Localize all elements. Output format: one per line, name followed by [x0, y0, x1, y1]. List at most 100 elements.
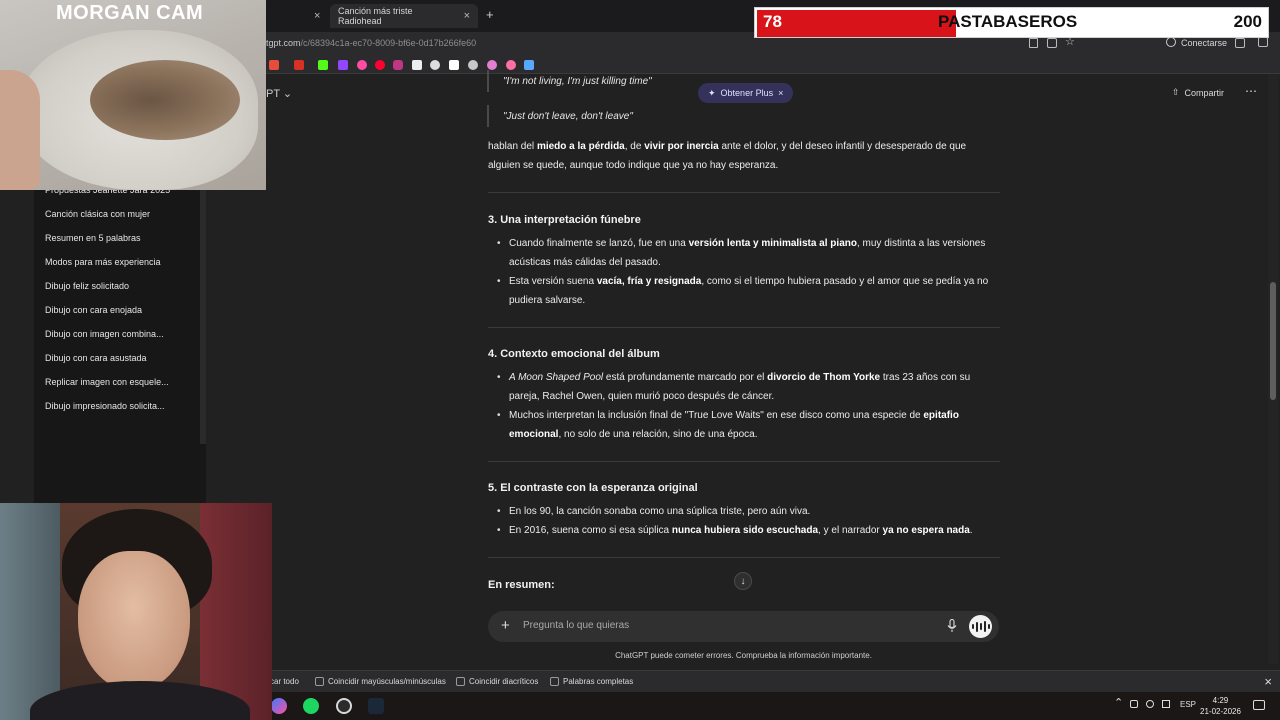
match-case-option[interactable]: Coincidir mayúsculas/minúsculas — [315, 677, 446, 686]
bookmark-pink-icon[interactable] — [357, 60, 367, 70]
account-icon — [1166, 37, 1176, 47]
tab-title: Canción más triste Radiohead — [338, 6, 413, 26]
new-tab-button[interactable]: + — [486, 7, 494, 22]
sidebar-chat-item[interactable]: Dibujo con cara enojada — [45, 305, 142, 315]
twitch-icon[interactable] — [338, 60, 348, 70]
more-options-icon[interactable]: ⋯ — [1245, 84, 1257, 98]
checkbox[interactable] — [315, 677, 324, 686]
close-tab-icon[interactable]: × — [464, 10, 470, 22]
tray-expand-icon[interactable]: ⌃ — [1114, 696, 1123, 709]
bookmark-gem-icon[interactable] — [449, 60, 459, 70]
bookmark-icon[interactable] — [269, 60, 279, 70]
url-text[interactable]: tgpt.com/c/68394c1a-ec70-8009-bf6e-0d17b… — [266, 38, 476, 48]
battery-icon[interactable] — [1162, 700, 1170, 708]
highlight-all-button[interactable]: car todo — [270, 677, 299, 686]
sidebar-scrollbar[interactable] — [200, 184, 206, 444]
pocket-icon[interactable] — [294, 60, 304, 70]
model-selector[interactable]: PT ⌄ — [266, 87, 292, 100]
sidebar-chat-item[interactable]: Modos para más experiencia — [45, 257, 161, 267]
sidebar-chat-item[interactable]: Canción clásica con mujer — [45, 209, 150, 219]
divider — [488, 327, 1000, 328]
page-scrollbar[interactable] — [1268, 74, 1278, 664]
prompt-composer[interactable]: + Pregunta lo que quieras — [488, 611, 999, 642]
person-arm — [0, 70, 40, 190]
tab-previous[interactable]: × — [266, 4, 328, 28]
close-icon[interactable]: × — [778, 88, 783, 98]
voice-mode-button[interactable] — [969, 615, 992, 638]
scroll-down-button[interactable]: ↓ — [734, 572, 752, 590]
whole-words-label: Palabras completas — [563, 677, 634, 686]
goal-current: 78 — [763, 12, 782, 31]
menu-icon[interactable] — [1258, 37, 1268, 47]
match-diacritics-option[interactable]: Coincidir diacríticos — [456, 677, 538, 686]
bookmark-white-icon[interactable] — [430, 60, 440, 70]
close-find-bar-icon[interactable]: × — [1264, 674, 1272, 689]
paragraph: hablan del miedo a la pérdida, de vivir … — [488, 141, 967, 171]
list-item: Muchos interpretan la inclusión final de… — [497, 406, 999, 444]
goal-title: PASTABASEROS — [938, 12, 1078, 31]
stream-goal-bar: 78 PASTABASEROS 200 — [754, 7, 1269, 38]
streamer-webcam-overlay — [0, 503, 272, 720]
whole-words-option[interactable]: Palabras completas — [550, 677, 633, 686]
add-attachment-icon[interactable]: + — [501, 617, 510, 634]
quote-line: "Just don't leave, don't leave" — [487, 105, 633, 127]
scrollbar-thumb[interactable] — [1270, 282, 1276, 400]
clock-time: 4:29 — [1212, 696, 1229, 705]
share-button[interactable]: ⇧ Compartir — [1172, 87, 1224, 98]
face — [78, 551, 190, 691]
bookmark-swirl-icon[interactable] — [487, 60, 497, 70]
url-path: /c/68394c1a-ec70-8009-bf6e-0d17b266fe60 — [300, 38, 477, 48]
steam-icon[interactable] — [368, 698, 384, 714]
bookmark-gray-icon[interactable] — [468, 60, 478, 70]
section-heading: 5. El contraste con la esperanza origina… — [488, 482, 698, 494]
copilot-icon[interactable] — [271, 698, 287, 714]
reader-icon[interactable] — [1029, 38, 1038, 48]
extensions-icon[interactable] — [1235, 38, 1245, 48]
bullet-list: A Moon Shaped Pool está profundamente ma… — [497, 368, 999, 444]
youtube-icon[interactable] — [375, 60, 385, 70]
chevron-down-icon: ⌄ — [282, 88, 293, 100]
close-icon[interactable]: × — [314, 10, 320, 22]
sidebar-chat-item[interactable]: Dibujo con imagen combina... — [45, 329, 164, 339]
bookmark-blue-icon[interactable] — [524, 60, 534, 70]
bullet-list: Cuando finalmente se lanzó, fue en una v… — [497, 234, 999, 310]
tab-active[interactable]: Canción más triste Radiohead × — [330, 4, 478, 28]
section-heading: 3. Una interpretación fúnebre — [488, 214, 641, 226]
notifications-icon[interactable] — [1253, 700, 1265, 710]
network-icon[interactable] — [1130, 700, 1138, 708]
checkbox[interactable] — [550, 677, 559, 686]
disclaimer-text: ChatGPT puede cometer errores. Comprueba… — [615, 651, 872, 660]
checkbox[interactable] — [456, 677, 465, 686]
sidebar-chat-item[interactable]: Dibujo feliz solicitado — [45, 281, 129, 291]
bookmark-circle-icon[interactable] — [506, 60, 516, 70]
microphone-icon[interactable] — [947, 619, 957, 633]
download-icon[interactable] — [1047, 38, 1057, 48]
spotify-icon[interactable] — [303, 698, 319, 714]
sidebar-chat-item[interactable]: Replicar imagen con esquele... — [45, 377, 169, 387]
sidebar-chat-item[interactable]: Dibujo impresionado solicita... — [45, 401, 165, 411]
goal-progress-fill — [757, 10, 956, 37]
obs-icon[interactable] — [336, 698, 352, 714]
model-label: PT — [266, 88, 280, 100]
language-indicator[interactable]: ESP — [1180, 700, 1196, 709]
connect-button[interactable]: Conectarse — [1181, 38, 1227, 48]
get-plus-label: Obtener Plus — [720, 88, 774, 98]
quote-line: "I'm not living, I'm just killing time" — [487, 70, 652, 92]
system-clock[interactable]: 4:29 21-02-2026 — [1200, 695, 1241, 717]
get-plus-button[interactable]: ✦ Obtener Plus × — [698, 83, 794, 103]
curtain — [0, 503, 60, 720]
prompt-input[interactable]: Pregunta lo que quieras — [523, 620, 629, 631]
list-item: En 2016, suena como si esa súplica nunca… — [497, 521, 999, 540]
find-bar: car todo Coincidir mayúsculas/minúsculas… — [266, 670, 1280, 692]
list-item: Esta versión suena vacía, fría y resigna… — [497, 272, 999, 310]
goal-target: 200 — [1233, 12, 1262, 31]
bookmarks-bar — [266, 56, 1280, 74]
sidebar-chat-item[interactable]: Dibujo con cara asustada — [45, 353, 147, 363]
volume-icon[interactable] — [1146, 700, 1154, 708]
tiktok-icon[interactable] — [412, 60, 422, 70]
instagram-icon[interactable] — [393, 60, 403, 70]
sidebar-chat-item[interactable]: Resumen en 5 palabras — [45, 233, 141, 243]
kick-icon[interactable] — [318, 60, 328, 70]
list-item: En los 90, la canción sonaba como una sú… — [497, 502, 999, 521]
sparkle-icon: ✦ — [708, 87, 716, 98]
